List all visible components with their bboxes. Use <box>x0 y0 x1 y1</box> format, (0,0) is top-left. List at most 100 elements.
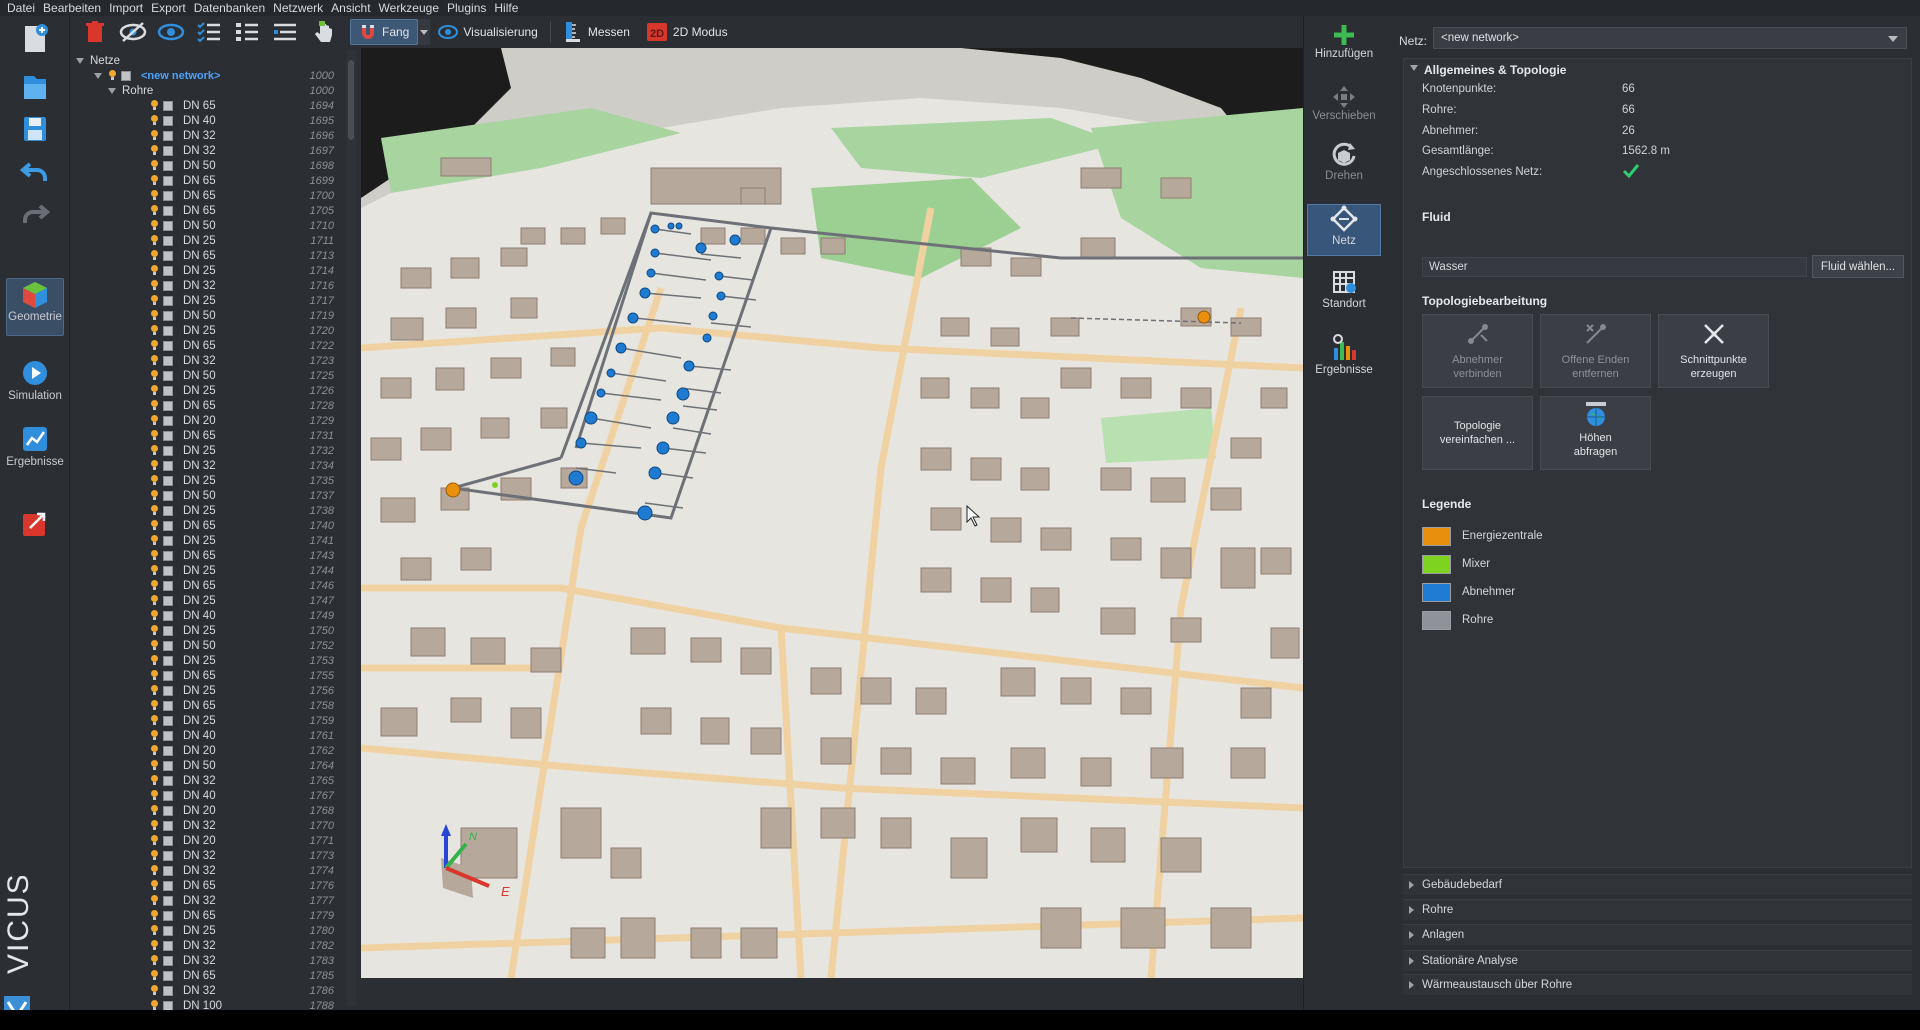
selection-checkbox[interactable] <box>163 325 173 336</box>
visibility-bulb-icon[interactable] <box>150 235 159 246</box>
visibility-bulb-icon[interactable] <box>150 745 159 756</box>
tree-pipe-item[interactable]: DN 65 1731 <box>150 428 340 443</box>
tree-pipe-item[interactable]: DN 32 1697 <box>150 143 340 158</box>
scene-canvas[interactable]: E N <box>361 48 1303 978</box>
selection-checkbox[interactable] <box>163 190 173 201</box>
tree-pipe-item[interactable]: DN 40 1767 <box>150 788 340 803</box>
tree-pipe-item[interactable]: DN 25 1726 <box>150 383 340 398</box>
visibility-bulb-icon[interactable] <box>150 955 159 966</box>
tree-pipe-item[interactable]: DN 32 1783 <box>150 953 340 968</box>
selection-checkbox[interactable] <box>163 835 173 846</box>
menu-netzwerk[interactable]: Netzwerk <box>272 1 330 15</box>
selection-checkbox[interactable] <box>163 115 173 126</box>
tree-group-rohre[interactable]: Rohre 1000 <box>108 83 340 98</box>
chevron-down-icon[interactable] <box>1410 65 1418 71</box>
query-heights-button[interactable]: Höhen abfragen <box>1540 396 1651 470</box>
tree-pipe-item[interactable]: DN 50 1752 <box>150 638 340 653</box>
select-visible-button[interactable] <box>270 19 300 45</box>
tree-pipe-item[interactable]: DN 65 1699 <box>150 173 340 188</box>
selection-checkbox[interactable] <box>163 385 173 396</box>
deselect-all-button[interactable] <box>232 19 262 45</box>
selection-checkbox[interactable] <box>163 415 173 426</box>
visibility-bulb-icon[interactable] <box>150 850 159 861</box>
menu-datenbanken[interactable]: Datenbanken <box>193 1 272 15</box>
visibility-bulb-icon[interactable] <box>150 490 159 501</box>
pointer-button[interactable] <box>308 19 338 45</box>
selection-checkbox[interactable] <box>163 865 173 876</box>
selection-checkbox[interactable] <box>163 775 173 786</box>
selection-checkbox[interactable] <box>163 895 173 906</box>
tree-pipe-item[interactable]: DN 25 1780 <box>150 923 340 938</box>
tree-pipe-item[interactable]: DN 20 1729 <box>150 413 340 428</box>
tree-pipe-item[interactable]: DN 25 1720 <box>150 323 340 338</box>
mode-geometrie[interactable]: Geometrie <box>6 278 64 336</box>
measure-button[interactable]: Messen <box>555 19 638 45</box>
visibility-bulb-icon[interactable] <box>150 970 159 981</box>
selection-checkbox[interactable] <box>163 220 173 231</box>
hide-button[interactable] <box>118 19 148 45</box>
tree-pipe-item[interactable]: DN 25 1714 <box>150 263 340 278</box>
simplify-topology-button[interactable]: Topologie vereinfachen ... <box>1422 396 1533 470</box>
visibility-bulb-icon[interactable] <box>150 340 159 351</box>
tree-pipe-item[interactable]: DN 25 1711 <box>150 233 340 248</box>
selection-checkbox[interactable] <box>163 565 173 576</box>
create-intersections-button[interactable]: Schnittpunkte erzeugen <box>1658 314 1769 388</box>
selection-checkbox[interactable] <box>163 640 173 651</box>
visibility-bulb-icon[interactable] <box>150 550 159 561</box>
visibility-bulb-icon[interactable] <box>150 790 159 801</box>
tree-pipe-item[interactable]: DN 25 1753 <box>150 653 340 668</box>
visibility-bulb-icon[interactable] <box>150 415 159 426</box>
visibility-bulb-icon[interactable] <box>150 400 159 411</box>
selection-checkbox[interactable] <box>163 940 173 951</box>
visibility-bulb-icon[interactable] <box>150 820 159 831</box>
tree-pipe-item[interactable]: DN 32 1723 <box>150 353 340 368</box>
tree-pipe-item[interactable]: DN 50 1764 <box>150 758 340 773</box>
selection-checkbox[interactable] <box>163 130 173 141</box>
tree-pipe-item[interactable]: DN 40 1749 <box>150 608 340 623</box>
selection-checkbox[interactable] <box>163 1000 173 1010</box>
selection-checkbox[interactable] <box>163 205 173 216</box>
selection-checkbox[interactable] <box>163 985 173 996</box>
selection-checkbox[interactable] <box>163 145 173 156</box>
selection-checkbox[interactable] <box>163 685 173 696</box>
tree-pipe-item[interactable]: DN 25 1759 <box>150 713 340 728</box>
tree-pipe-item[interactable]: DN 50 1710 <box>150 218 340 233</box>
selection-checkbox[interactable] <box>163 670 173 681</box>
tree-pipe-item[interactable]: DN 50 1698 <box>150 158 340 173</box>
tree-root-netze[interactable]: Netze <box>76 53 340 68</box>
selection-checkbox[interactable] <box>163 730 173 741</box>
visibility-bulb-icon[interactable] <box>150 505 159 516</box>
tree-pipe-item[interactable]: DN 65 1740 <box>150 518 340 533</box>
visibility-bulb-icon[interactable] <box>150 100 159 111</box>
visibility-bulb-icon[interactable] <box>150 370 159 381</box>
visibility-bulb-icon[interactable] <box>150 760 159 771</box>
selection-checkbox[interactable] <box>121 70 131 81</box>
menu-ansicht[interactable]: Ansicht <box>330 1 377 15</box>
selection-checkbox[interactable] <box>163 760 173 771</box>
selection-checkbox[interactable] <box>163 850 173 861</box>
tree-pipe-item[interactable]: DN 32 1765 <box>150 773 340 788</box>
tree-pipe-item[interactable]: DN 50 1725 <box>150 368 340 383</box>
menu-hilfe[interactable]: Hilfe <box>493 1 525 15</box>
selection-checkbox[interactable] <box>163 595 173 606</box>
visibility-bulb-icon[interactable] <box>150 835 159 846</box>
menu-bearbeiten[interactable]: Bearbeiten <box>42 1 108 15</box>
tree-pipe-item[interactable]: DN 20 1771 <box>150 833 340 848</box>
visibility-bulb-icon[interactable] <box>150 715 159 726</box>
selection-checkbox[interactable] <box>163 970 173 981</box>
visibility-bulb-icon[interactable] <box>150 460 159 471</box>
section-building-demand[interactable]: Gebäudebedarf <box>1403 874 1912 895</box>
selection-checkbox[interactable] <box>163 235 173 246</box>
tree-pipe-item[interactable]: DN 32 1734 <box>150 458 340 473</box>
visibility-bulb-icon[interactable] <box>150 430 159 441</box>
chevron-down-icon[interactable] <box>108 87 116 94</box>
tree-pipe-item[interactable]: DN 25 1756 <box>150 683 340 698</box>
visibility-bulb-icon[interactable] <box>150 160 159 171</box>
section-plants[interactable]: Anlagen <box>1403 924 1912 945</box>
select-fluid-button[interactable]: Fluid wählen... <box>1812 255 1904 278</box>
visibility-bulb-icon[interactable] <box>150 145 159 156</box>
location-button[interactable]: Standort <box>1307 268 1381 322</box>
selection-checkbox[interactable] <box>163 475 173 486</box>
tree-pipe-item[interactable]: DN 65 1743 <box>150 548 340 563</box>
selection-checkbox[interactable] <box>163 340 173 351</box>
